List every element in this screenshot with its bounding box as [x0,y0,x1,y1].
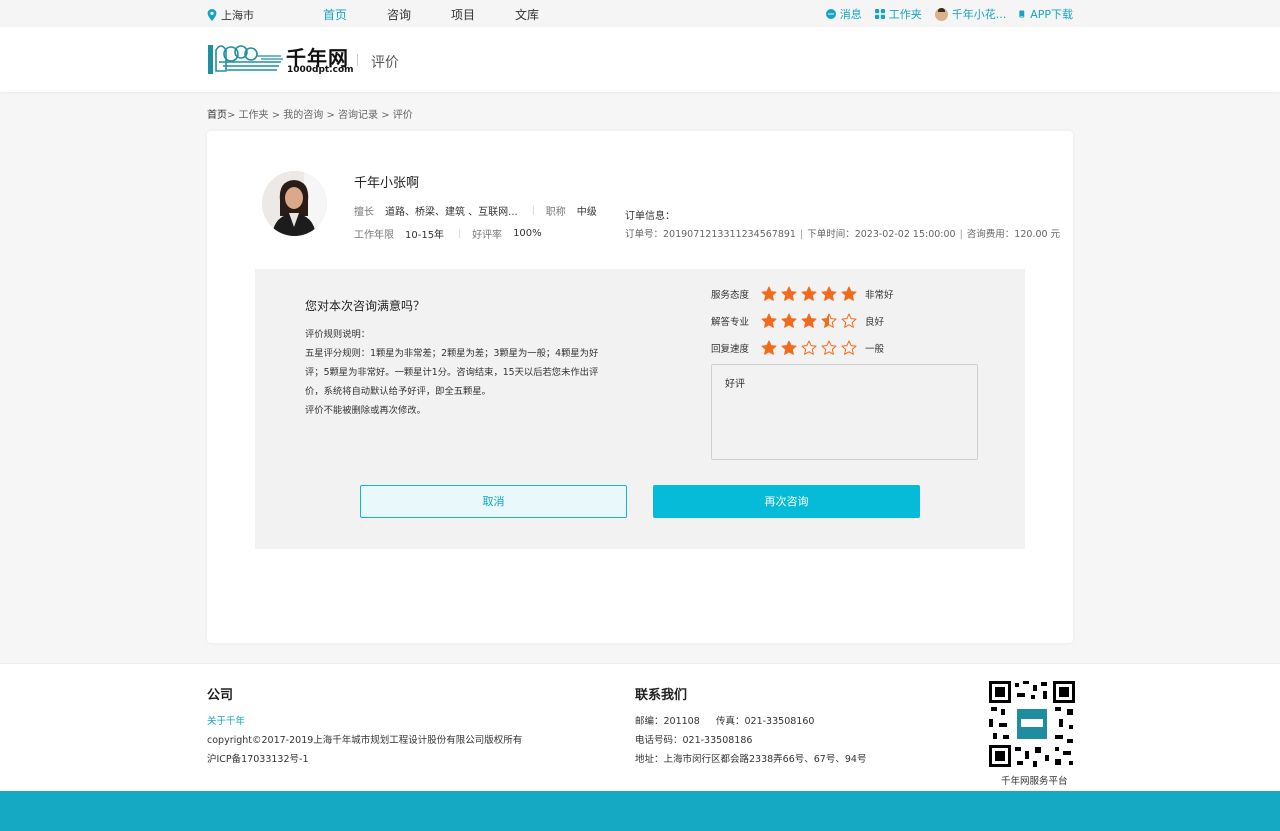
footer-company-title: 公司 [207,688,234,703]
address-text: 地址：上海市闵行区都会路2338弄66号、67号、94号 [635,754,867,765]
rating-text: 良好 [865,317,885,328]
expert-name: 千年小张啊 [354,176,420,191]
bottom-bar [0,791,1280,831]
workspace-link[interactable]: 工作夹 [874,6,922,22]
star-rating[interactable] [761,340,861,356]
page-title: 评价 [371,55,399,71]
postcode-text: 邮编：201108 [635,716,700,727]
phone-text: 电话号码：021-33508186 [635,735,753,746]
title-value: 中级 [576,207,597,218]
grid-icon [874,9,885,19]
star-filled-icon[interactable] [781,340,797,356]
rating-label: 服务态度 [711,290,750,301]
nav-projects[interactable]: 项目 [451,6,475,23]
star-rating[interactable] [761,286,861,302]
info-divider [459,229,461,238]
app-download-link[interactable]: APP下载 [1019,6,1073,22]
rating-text: 一般 [865,344,885,355]
info-divider [532,206,534,215]
expert-photo [262,171,327,236]
star-empty-icon[interactable] [841,313,857,329]
app-download-label: APP下载 [1030,8,1073,21]
star-filled-icon[interactable] [761,313,777,329]
star-filled-icon[interactable] [801,286,817,302]
fax-text: 传真：021-33508160 [716,716,815,727]
user-menu[interactable]: 千年小花... [934,6,1007,22]
star-filled-icon[interactable] [801,313,817,329]
order-info-title: 订单信息： [625,211,675,222]
logo-url: 1000dpt.com [287,65,354,75]
messages-link[interactable]: 消息 [825,6,862,22]
star-empty-icon[interactable] [821,340,837,356]
title-label: 职称 [545,207,566,218]
breadcrumb: 首页> 工作夹 > 我的咨询 > 咨询记录 > 评价 [207,106,413,121]
star-rating[interactable] [761,313,861,329]
rate-value: 100% [513,228,542,239]
location-pin-icon [207,9,217,21]
user-avatar [934,7,948,21]
star-filled-icon[interactable] [781,286,797,302]
site-footer: 公司 关于千年 copyright©2017-2019上海千年城市规划工程设计股… [0,663,1280,791]
rating-label: 回复速度 [711,344,750,355]
consult-again-button[interactable]: 再次咨询 [653,485,920,518]
evaluation-card: 千年小张啊 擅长 道路、桥梁、建筑 、互联网... 职称 中级 工作年限 10-… [207,131,1073,643]
expert-avatar [262,171,327,236]
rules-title: 评价规则说明： [305,329,371,340]
star-filled-icon[interactable] [761,340,777,356]
qr-code [989,681,1075,767]
site-header: 千年网 1000dpt.com 评价 [0,27,1280,92]
comment-textarea[interactable]: 好评 [711,364,978,460]
phone-icon [1019,10,1025,18]
breadcrumb-trail[interactable]: > 工作夹 > 我的咨询 > 咨询记录 > 评价 [227,110,413,121]
workspace-label: 工作夹 [888,8,922,21]
specialty-value: 道路、桥梁、建筑 、互联网... [385,207,518,218]
rating-rules: 评价规则说明： 五星评分规则：1颗星为非常差；2颗星为差；3颗星为一般；4颗星为… [305,325,605,420]
copyright-text: copyright©2017-2019上海千年城市规划工程设计股份有限公司版权所… [207,735,523,746]
specialty-label: 擅长 [354,207,374,218]
order-number: 订单号：2019071213311234567891 [625,229,796,240]
icp-text[interactable]: 沪ICP备17033132号-1 [207,751,309,765]
star-empty-icon[interactable] [841,340,857,356]
rating-row-expertise: 解答专业 良好 [711,313,884,329]
nav-home[interactable]: 首页 [323,6,347,23]
rate-label: 好评率 [472,230,503,241]
order-time: 下单时间：2023-02-02 15:00:00 [807,229,956,240]
top-nav: 首页 咨询 项目 文库 [323,6,579,23]
satisfaction-question: 您对本次咨询满意吗？ [305,299,426,313]
star-filled-icon[interactable] [841,286,857,302]
star-half-icon[interactable] [821,313,837,329]
top-bar: 上海市 首页 咨询 项目 文库 消息 工作夹 千年小花... APP下载 [0,0,1280,27]
messages-label: 消息 [839,8,862,21]
star-filled-icon[interactable] [781,313,797,329]
top-right-menu: 消息 工作夹 千年小花... APP下载 [813,6,1073,22]
user-name: 千年小花... [951,8,1007,21]
nav-library[interactable]: 文库 [515,6,539,23]
location-label: 上海市 [221,9,254,22]
evaluation-panel: 您对本次咨询满意吗？ 评价规则说明： 五星评分规则：1颗星为非常差；2颗星为差；… [255,269,1025,549]
header-divider [357,54,358,66]
rating-row-service: 服务态度 非常好 [711,286,894,302]
nav-consult[interactable]: 咨询 [387,6,411,23]
cancel-button[interactable]: 取消 [360,485,627,518]
years-value: 10-15年 [405,230,445,241]
order-fee: 咨询费用：120.00 元 [966,229,1061,240]
rating-text: 非常好 [865,290,894,301]
message-icon [825,9,836,19]
star-filled-icon[interactable] [821,286,837,302]
expert-info-row-2: 工作年限 10-15年 好评率 100% [354,226,542,241]
location-selector[interactable]: 上海市 [207,7,254,23]
qr-caption: 千年网服务平台 [1001,776,1068,787]
star-filled-icon[interactable] [761,286,777,302]
expert-info-row-1: 擅长 道路、桥梁、建筑 、互联网... 职称 中级 [354,203,597,218]
breadcrumb-home[interactable]: 首页 [207,110,227,121]
years-label: 工作年限 [354,230,394,241]
star-empty-icon[interactable] [801,340,817,356]
rules-body: 五星评分规则：1颗星为非常差；2颗星为差；3颗星为一般；4颗星为好评；5颗星为非… [305,348,599,397]
rules-note: 评价不能被删除或再次修改。 [305,405,426,416]
about-link[interactable]: 关于千年 [207,713,245,727]
rating-label: 解答专业 [711,317,750,328]
order-info-line: 订单号：2019071213311234567891 | 下单时间：2023-02-… [625,229,1061,240]
rating-row-speed: 回复速度 一般 [711,340,884,356]
footer-contact-title: 联系我们 [635,688,688,703]
